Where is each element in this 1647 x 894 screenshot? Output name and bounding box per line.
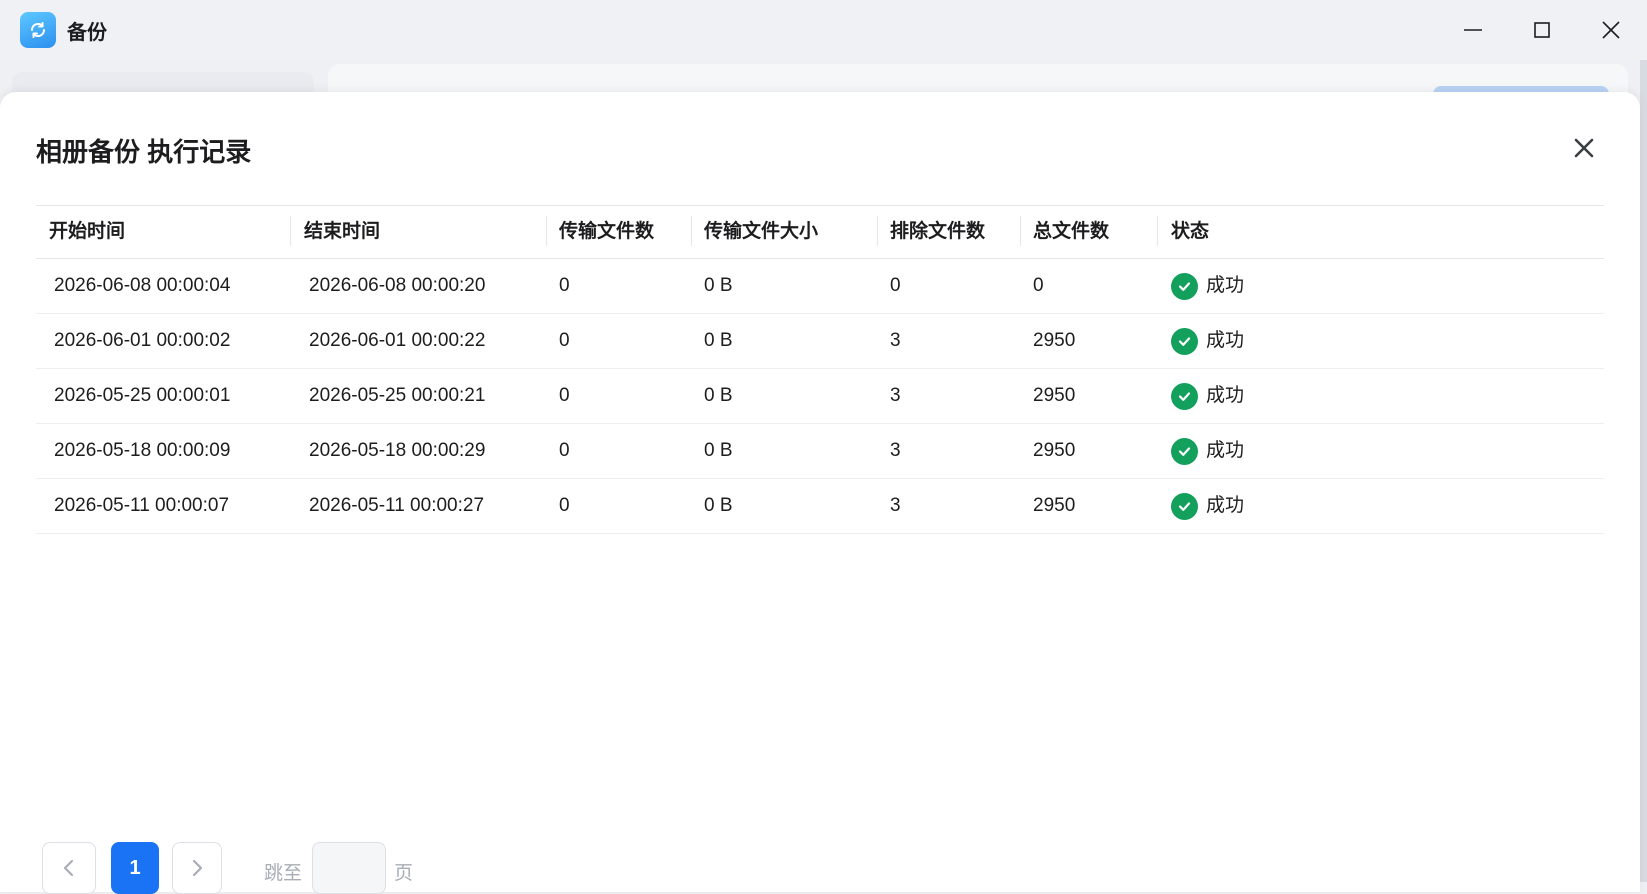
- jump-to-label: 跳至: [264, 863, 303, 884]
- cell-excluded-files: 3: [890, 385, 901, 406]
- page-suffix-label: 页: [394, 863, 414, 884]
- chevron-left-icon: [63, 859, 74, 877]
- cell-end-time: 2026-05-11 00:00:27: [309, 495, 485, 516]
- app-title: 备份: [67, 22, 107, 44]
- minimize-icon: [1464, 29, 1482, 31]
- cell-transferred-size: 0 B: [704, 440, 733, 461]
- background-scroll-edge: [1640, 60, 1647, 882]
- cell-transferred-size: 0 B: [704, 330, 733, 351]
- cell-transferred-files: 0: [559, 495, 570, 516]
- next-page-button[interactable]: [172, 842, 222, 894]
- maximize-icon: [1534, 22, 1550, 38]
- table-row[interactable]: 2026-05-18 00:00:09 2026-05-18 00:00:29 …: [36, 424, 1604, 479]
- dialog-close-button[interactable]: [1568, 132, 1600, 164]
- cell-start-time: 2026-06-01 00:00:02: [54, 330, 231, 351]
- cell-transferred-size: 0 B: [704, 385, 733, 406]
- cell-transferred-files: 0: [559, 275, 570, 296]
- column-divider[interactable]: [546, 216, 547, 246]
- cell-start-time: 2026-06-08 00:00:04: [54, 275, 231, 296]
- status-text: 成功: [1206, 330, 1245, 351]
- table-row[interactable]: 2026-06-01 00:00:02 2026-06-01 00:00:22 …: [36, 314, 1604, 369]
- column-divider[interactable]: [877, 216, 878, 246]
- cell-start-time: 2026-05-11 00:00:07: [54, 495, 230, 516]
- prev-page-button[interactable]: [42, 842, 96, 894]
- cell-total-files: 0: [1033, 275, 1044, 296]
- column-divider[interactable]: [1020, 216, 1021, 246]
- check-circle-icon: [1171, 327, 1198, 355]
- execution-log-table: 开始时间 结束时间 传输文件数 传输文件大小 排除文件数 总文件数 状态 202…: [36, 205, 1604, 534]
- cell-excluded-files: 3: [890, 330, 901, 351]
- cell-status: 成功: [1171, 479, 1244, 533]
- close-window-button[interactable]: [1586, 12, 1636, 48]
- cell-transferred-files: 0: [559, 440, 570, 461]
- page-button-current[interactable]: 1: [111, 842, 159, 894]
- cell-status: 成功: [1171, 259, 1244, 313]
- pagination: 1 跳至 页: [42, 842, 542, 894]
- title-bar: 备份: [0, 0, 1647, 60]
- cell-excluded-files: 3: [890, 440, 901, 461]
- cell-status: 成功: [1171, 369, 1244, 423]
- cell-total-files: 2950: [1033, 330, 1076, 351]
- cell-transferred-size: 0 B: [704, 275, 733, 296]
- status-text: 成功: [1206, 440, 1245, 461]
- cell-excluded-files: 3: [890, 495, 901, 516]
- dialog-title: 相册备份 执行记录: [36, 137, 252, 167]
- column-header-excluded-files[interactable]: 排除文件数: [890, 206, 985, 258]
- close-icon: [1602, 21, 1620, 39]
- check-circle-icon: [1171, 492, 1198, 520]
- close-icon: [1574, 138, 1594, 158]
- column-header-end-time[interactable]: 结束时间: [304, 206, 380, 258]
- column-header-transferred-size[interactable]: 传输文件大小: [704, 206, 818, 258]
- cell-total-files: 2950: [1033, 495, 1076, 516]
- column-header-start-time[interactable]: 开始时间: [49, 206, 125, 258]
- execution-log-dialog: 相册备份 执行记录 开始时间 结束时间 传输文件数 传输文件大小 排除文件数 总…: [0, 92, 1640, 894]
- column-divider[interactable]: [1157, 216, 1158, 246]
- cell-total-files: 2950: [1033, 440, 1076, 461]
- status-text: 成功: [1206, 275, 1245, 296]
- cell-transferred-size: 0 B: [704, 495, 733, 516]
- column-header-status[interactable]: 状态: [1171, 206, 1209, 258]
- minimize-button[interactable]: [1448, 12, 1498, 48]
- cell-start-time: 2026-05-18 00:00:09: [54, 440, 231, 461]
- cell-status: 成功: [1171, 424, 1244, 478]
- cell-excluded-files: 0: [890, 275, 901, 296]
- check-circle-icon: [1171, 272, 1198, 300]
- cell-total-files: 2950: [1033, 385, 1076, 406]
- column-divider[interactable]: [290, 216, 291, 246]
- maximize-button[interactable]: [1517, 12, 1567, 48]
- status-text: 成功: [1206, 385, 1245, 406]
- status-text: 成功: [1206, 495, 1245, 516]
- table-header: 开始时间 结束时间 传输文件数 传输文件大小 排除文件数 总文件数 状态: [36, 205, 1604, 259]
- cell-transferred-files: 0: [559, 385, 570, 406]
- column-divider[interactable]: [691, 216, 692, 246]
- check-circle-icon: [1171, 382, 1198, 410]
- sync-icon: [20, 12, 56, 48]
- cell-end-time: 2026-06-08 00:00:20: [309, 275, 486, 296]
- jump-page-input[interactable]: [312, 842, 386, 894]
- chevron-right-icon: [192, 859, 203, 877]
- cell-end-time: 2026-05-25 00:00:21: [309, 385, 486, 406]
- table-row[interactable]: 2026-05-25 00:00:01 2026-05-25 00:00:21 …: [36, 369, 1604, 424]
- table-row[interactable]: 2026-06-08 00:00:04 2026-06-08 00:00:20 …: [36, 259, 1604, 314]
- column-header-transferred-files[interactable]: 传输文件数: [559, 206, 654, 258]
- table-row[interactable]: 2026-05-11 00:00:07 2026-05-11 00:00:27 …: [36, 479, 1604, 534]
- check-circle-icon: [1171, 437, 1198, 465]
- cell-end-time: 2026-06-01 00:00:22: [309, 330, 486, 351]
- cell-end-time: 2026-05-18 00:00:29: [309, 440, 486, 461]
- column-header-total-files[interactable]: 总文件数: [1033, 206, 1109, 258]
- cell-transferred-files: 0: [559, 330, 570, 351]
- cell-start-time: 2026-05-25 00:00:01: [54, 385, 231, 406]
- cell-status: 成功: [1171, 314, 1244, 368]
